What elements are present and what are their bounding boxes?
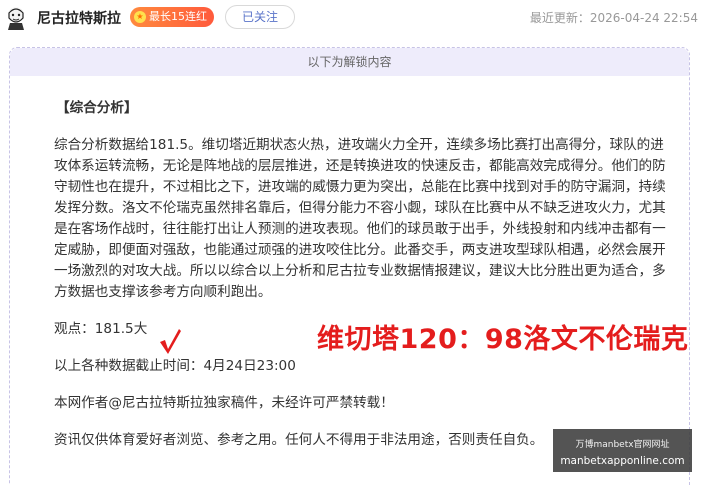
copyright-note: 本网作者@尼古拉特斯拉独家稿件，未经许可严禁转载！ [54, 395, 394, 411]
deadline-note: 以上各种数据截止时间：4月24日23:00 [54, 358, 296, 374]
watermark-line-1: 万博manbetx官网网址 [575, 440, 670, 450]
last-updated: 最近更新：2026-04-24 22:54 [530, 9, 698, 26]
avatar[interactable] [5, 4, 27, 30]
predicted-score: 维切塔120：98洛文不伦瑞克 [317, 324, 689, 355]
watermark: 万博manbetx官网网址 manbetxapponline.com [553, 429, 692, 472]
unlocked-content-panel: 以下为解锁内容 【综合分析】 综合分析数据给181.5。维切塔近期状态火热，进攻… [9, 47, 690, 485]
streak-icon: ★ [134, 11, 146, 23]
article-body: 【综合分析】 综合分析数据给181.5。维切塔近期状态火热，进攻端火力全开，连续… [54, 98, 674, 451]
post-header: 尼古拉特斯拉 ★ 最长15连红 已关注 最近更新：2026-04-24 22:5… [0, 0, 703, 36]
streak-badge-label: 最长15连红 [149, 10, 207, 23]
analysis-paragraph: 综合分析数据给181.5。维切塔近期状态火热，进攻端火力全开，连续多场比赛打出高… [54, 137, 666, 300]
unlock-notice-bar: 以下为解锁内容 [10, 48, 689, 76]
watermark-line-2: manbetxapponline.com [560, 455, 685, 467]
last-updated-value: 2026-04-24 22:54 [589, 11, 698, 25]
streak-badge: ★ 最长15连红 [130, 7, 214, 27]
follow-button[interactable]: 已关注 [225, 5, 295, 29]
check-mark-icon [160, 329, 181, 354]
section-title: 【综合分析】 [56, 100, 138, 116]
last-updated-label: 最近更新： [529, 11, 590, 25]
author-name[interactable]: 尼古拉特斯拉 [37, 8, 121, 28]
